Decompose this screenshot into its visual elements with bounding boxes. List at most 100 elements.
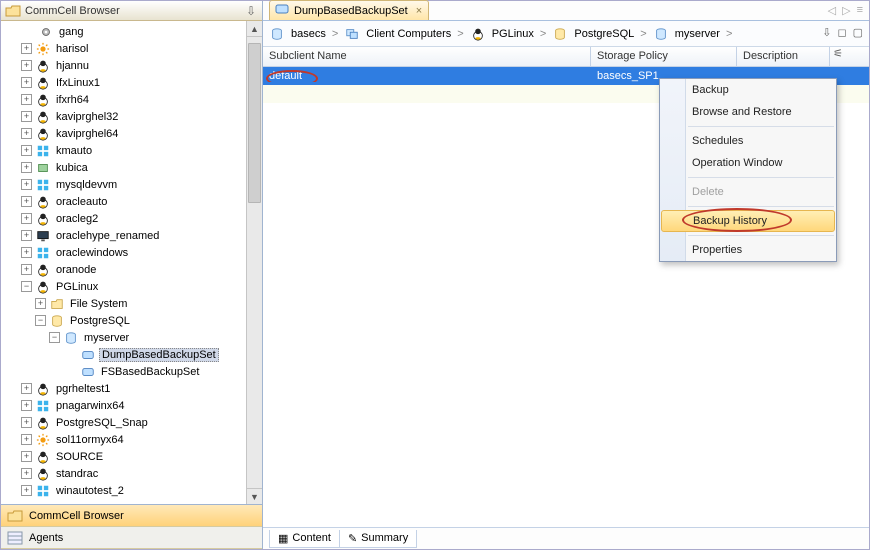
tree-item[interactable]: −PostgreSQL <box>1 312 262 329</box>
expand-icon[interactable]: − <box>21 281 32 292</box>
menu-item[interactable]: Schedules <box>660 130 836 152</box>
bset-icon <box>80 365 96 379</box>
right-pane: DumpBasedBackupSet × ◁ ▷ ≡ basecs>Client… <box>263 1 869 549</box>
tree-item[interactable]: gang <box>1 23 262 40</box>
breadcrumb-item[interactable]: basecs <box>269 27 326 41</box>
breadcrumb-item[interactable]: PostgreSQL <box>552 27 634 41</box>
tree-item[interactable]: FSBasedBackupSet <box>1 363 262 380</box>
expand-icon[interactable]: + <box>21 77 32 88</box>
left-pane-title: CommCell Browser <box>25 5 244 17</box>
tree-item[interactable]: +oraclehype_renamed <box>1 227 262 244</box>
expand-icon[interactable]: + <box>21 111 32 122</box>
tree-item[interactable]: +pgrheltest1 <box>1 380 262 397</box>
tab-content[interactable]: ▦ Content <box>269 530 339 548</box>
detail-tabs: ▦ Content ✎ Summary <box>263 527 869 549</box>
expand-icon[interactable]: + <box>21 43 32 54</box>
tree-item[interactable]: +oracleg2 <box>1 210 262 227</box>
tree-item[interactable]: +pnagarwinx64 <box>1 397 262 414</box>
expand-icon[interactable]: + <box>35 298 46 309</box>
expand-icon[interactable]: + <box>21 60 32 71</box>
expand-icon[interactable]: + <box>21 434 32 445</box>
tree-item[interactable]: +File System <box>1 295 262 312</box>
folder-icon <box>7 509 23 523</box>
menu-item[interactable]: Backup History <box>661 210 835 232</box>
tux-icon <box>35 110 51 124</box>
tree-item[interactable]: + oranode <box>1 261 262 278</box>
tab-label: DumpBasedBackupSet <box>294 5 408 17</box>
tree-item[interactable]: DumpBasedBackupSet <box>1 346 262 363</box>
scroll-up-icon[interactable]: ▲ <box>247 21 262 37</box>
restore-icon[interactable]: ◻ <box>837 26 846 39</box>
col-subclient-name[interactable]: Subclient Name <box>263 47 591 66</box>
tree-item[interactable]: +standrac <box>1 465 262 482</box>
tree-item[interactable]: +PostgreSQL_Snap <box>1 414 262 431</box>
tree-item[interactable]: +ifxrh64 <box>1 91 262 108</box>
tree-item[interactable]: +sol11ormyx64 <box>1 431 262 448</box>
col-storage-policy[interactable]: Storage Policy <box>591 47 737 66</box>
srv-icon <box>653 27 669 41</box>
expand-icon[interactable]: + <box>21 94 32 105</box>
tree-item[interactable]: +kaviprghel64 <box>1 125 262 142</box>
win-icon <box>35 399 51 413</box>
pin-icon[interactable]: ⇩ <box>822 26 831 39</box>
tree-item-label: oranode <box>54 264 98 276</box>
column-chooser-icon[interactable]: ⚟ <box>830 47 846 66</box>
expand-icon[interactable]: + <box>21 145 32 156</box>
close-icon[interactable]: × <box>412 5 422 17</box>
tree-item[interactable]: −PGLinux <box>1 278 262 295</box>
expand-icon[interactable]: + <box>21 485 32 496</box>
tree-item[interactable]: +mysqldevvm <box>1 176 262 193</box>
menu-item[interactable]: Operation Window <box>660 152 836 174</box>
nav-next-icon[interactable]: ▷ <box>842 4 850 17</box>
tab-summary[interactable]: ✎ Summary <box>339 530 417 548</box>
breadcrumb-item[interactable]: PGLinux <box>470 27 534 41</box>
expand-icon[interactable]: + <box>21 468 32 479</box>
tree-item[interactable]: +kaviprghel32 <box>1 108 262 125</box>
bottom-tab-browser[interactable]: CommCell Browser <box>1 505 262 527</box>
tree-item[interactable]: +harisol <box>1 40 262 57</box>
breadcrumb-item[interactable]: myserver <box>653 27 720 41</box>
tree-item-label: FSBasedBackupSet <box>99 366 201 378</box>
menu-item[interactable]: Properties <box>660 239 836 261</box>
expand-icon[interactable]: + <box>21 230 32 241</box>
col-description[interactable]: Description <box>737 47 830 66</box>
mon-icon <box>35 229 51 243</box>
expand-icon[interactable]: + <box>21 264 32 275</box>
scroll-thumb[interactable] <box>248 43 261 203</box>
expand-icon[interactable]: + <box>21 196 32 207</box>
menu-item[interactable]: Browse and Restore <box>660 101 836 123</box>
tree-item[interactable]: +kubica <box>1 159 262 176</box>
scroll-down-icon[interactable]: ▼ <box>247 488 262 504</box>
tree-item[interactable]: −myserver <box>1 329 262 346</box>
nav-prev-icon[interactable]: ◁ <box>828 4 836 17</box>
expand-icon[interactable]: + <box>21 162 32 173</box>
expand-icon[interactable]: + <box>21 383 32 394</box>
bottom-tab-agents[interactable]: Agents <box>1 527 262 549</box>
expand-icon[interactable]: + <box>21 400 32 411</box>
tux-icon <box>35 382 51 396</box>
expand-icon[interactable]: + <box>21 247 32 258</box>
expand-icon[interactable]: + <box>21 128 32 139</box>
tree-item[interactable]: +IfxLinux1 <box>1 74 262 91</box>
expand-icon[interactable]: + <box>21 179 32 190</box>
tree[interactable]: gang+harisol+hjannu+IfxLinux1+ifxrh64+ka… <box>1 21 262 499</box>
expand-icon[interactable]: − <box>35 315 46 326</box>
tree-item[interactable]: +SOURCE <box>1 448 262 465</box>
tree-item[interactable]: +hjannu <box>1 57 262 74</box>
pin-icon[interactable]: ⇩ <box>244 4 258 18</box>
tree-item[interactable]: +kmauto <box>1 142 262 159</box>
vertical-scrollbar[interactable]: ▲ ▼ <box>246 21 262 504</box>
breadcrumb-item[interactable]: Client Computers <box>344 27 451 41</box>
tree-item[interactable]: +oraclewindows <box>1 244 262 261</box>
dock-icon[interactable]: ▢ <box>853 26 863 39</box>
expand-icon[interactable]: + <box>21 417 32 428</box>
menu-item[interactable]: Backup <box>660 79 836 101</box>
tree-item[interactable]: +oracleauto <box>1 193 262 210</box>
tree-item[interactable]: +winautotest_2 <box>1 482 262 499</box>
tab-dumpbackupset[interactable]: DumpBasedBackupSet × <box>269 0 429 20</box>
expand-icon[interactable]: − <box>49 332 60 343</box>
nav-menu-icon[interactable]: ≡ <box>857 4 863 17</box>
menu-separator <box>688 126 834 127</box>
expand-icon[interactable]: + <box>21 451 32 462</box>
expand-icon[interactable]: + <box>21 213 32 224</box>
